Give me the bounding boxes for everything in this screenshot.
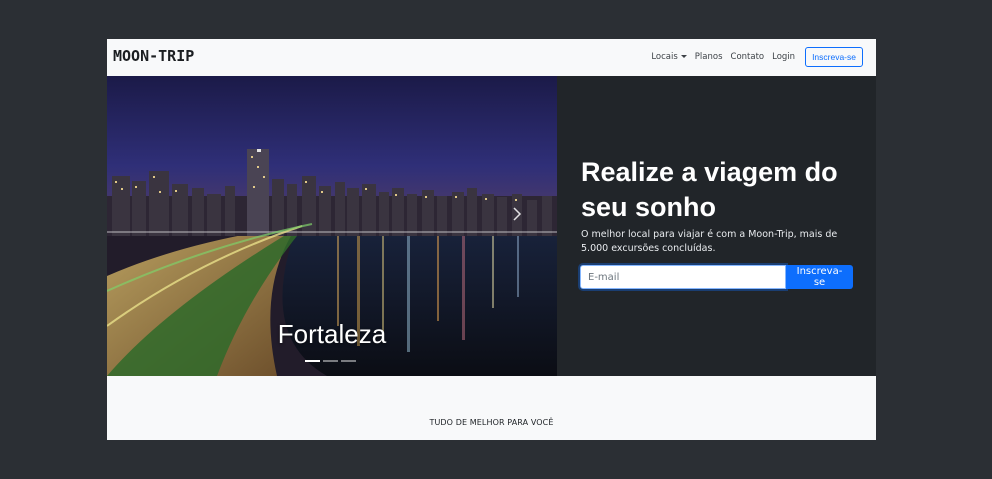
carousel-next-button[interactable] xyxy=(512,206,542,246)
caret-down-icon xyxy=(680,55,687,58)
carousel-indicators xyxy=(305,360,356,362)
brand-logo[interactable]: MOON-TRIP xyxy=(113,47,194,65)
hero-section: Fortaleza Realize a viagem do seu sonho … xyxy=(107,76,876,376)
email-field[interactable] xyxy=(578,263,788,291)
nav-item-planos[interactable]: Planos xyxy=(695,52,723,62)
nav-locais-label: Locais xyxy=(651,52,678,62)
carousel-caption: Fortaleza xyxy=(277,319,387,349)
nav-menu: Locais Planos Contato Login Inscreva-se xyxy=(651,46,863,68)
signup-form: Inscreva-se xyxy=(578,263,853,291)
hero-text: Realize a viagem do seu sonho O melhor l… xyxy=(581,155,861,256)
nav-item-locais[interactable]: Locais xyxy=(651,52,687,62)
carousel-indicator-2[interactable] xyxy=(323,360,338,362)
hero-signup-button[interactable]: Inscreva-se xyxy=(786,265,853,289)
page: MOON-TRIP Locais Planos Contato Login In… xyxy=(107,39,876,440)
nav-item-login[interactable]: Login xyxy=(772,52,795,62)
nav-signup-button[interactable]: Inscreva-se xyxy=(805,47,863,67)
hero-title: Realize a viagem do seu sonho xyxy=(581,157,838,222)
carousel: Fortaleza xyxy=(107,76,557,376)
hero-subtitle: O melhor local para viajar é com a Moon-… xyxy=(581,229,838,254)
section-title: TUDO DE MELHOR PARA VOCÊ xyxy=(429,418,554,427)
carousel-indicator-3[interactable] xyxy=(341,360,356,362)
navbar: MOON-TRIP Locais Planos Contato Login In… xyxy=(107,39,876,76)
nav-item-contato[interactable]: Contato xyxy=(731,52,765,62)
carousel-indicator-1[interactable] xyxy=(305,360,320,362)
chevron-right-icon xyxy=(513,207,522,221)
